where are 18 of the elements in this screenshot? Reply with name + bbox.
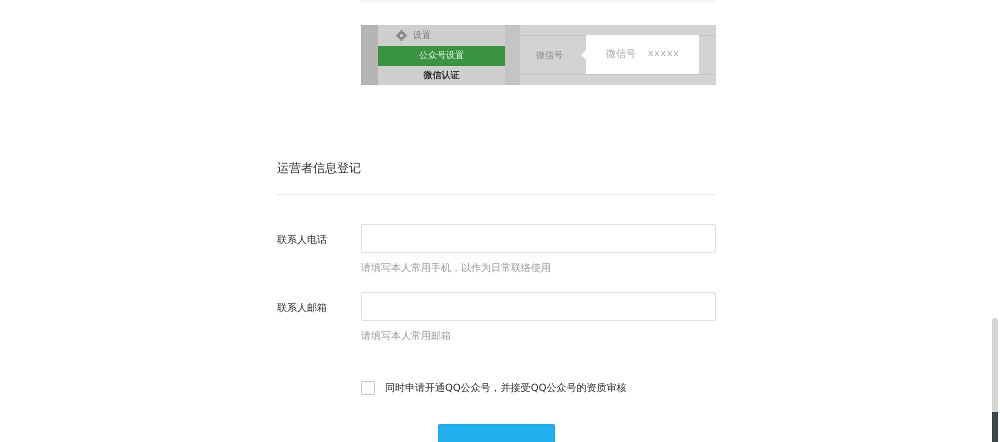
gear-icon <box>396 30 407 41</box>
field-hint: 请填写本人常用手机，以作为日常联络使用 <box>361 262 552 275</box>
scrollbar[interactable] <box>992 318 998 442</box>
tooltip-label: 微信号 <box>606 48 636 61</box>
tooltip-value: xxxxx <box>648 49 680 59</box>
checkbox-label: 同时申请开通QQ公众号，并接受QQ公众号的资质审核 <box>385 382 626 395</box>
sidebar-item: 公众号设置 <box>378 46 505 66</box>
checkbox[interactable] <box>361 381 375 395</box>
field-label: 联系人邮箱 <box>277 302 328 316</box>
sidebar-heading: 设置 <box>413 30 431 42</box>
field-hint: 请填写本人常用邮箱 <box>361 330 452 343</box>
sidebar-strip <box>361 25 378 85</box>
field-label: 联系人电话 <box>277 234 328 248</box>
sidebar-item: 微信认证 <box>422 70 460 84</box>
input-field[interactable] <box>361 224 716 253</box>
input-field[interactable] <box>361 292 716 321</box>
field-label: 微信号 <box>536 50 564 62</box>
section-title: 运营者信息登记 <box>277 160 362 176</box>
